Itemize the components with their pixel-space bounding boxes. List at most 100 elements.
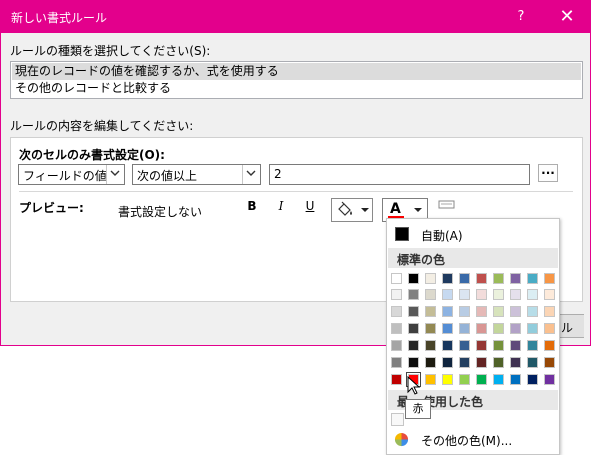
edit-rule-label: ルールの内容を編集してください: — [10, 119, 194, 133]
rule-type-item[interactable]: 現在のレコードの値を確認するか、式を使用する — [12, 63, 581, 80]
font-color-palette: 自動(A) 標準の色 最 使用した色 その他の色(M)... — [386, 218, 560, 455]
color-swatch[interactable] — [459, 323, 470, 334]
color-swatch[interactable] — [476, 323, 487, 334]
color-swatch[interactable] — [425, 340, 436, 351]
color-swatch[interactable] — [544, 323, 555, 334]
color-swatch[interactable] — [408, 289, 419, 300]
color-swatch[interactable] — [442, 289, 453, 300]
standard-colors-header: 標準の色 — [388, 248, 558, 268]
color-swatch[interactable] — [391, 289, 402, 300]
color-swatch[interactable] — [527, 374, 538, 385]
color-swatch[interactable] — [493, 323, 504, 334]
color-swatch[interactable] — [493, 273, 504, 284]
standard-colors-label: 標準の色 — [397, 253, 446, 267]
color-swatch[interactable] — [544, 340, 555, 351]
color-swatch[interactable] — [510, 357, 521, 368]
color-tooltip: 赤 — [405, 399, 431, 419]
color-swatch[interactable] — [459, 306, 470, 317]
rule-type-item[interactable]: その他のレコードと比較する — [12, 80, 581, 97]
automatic-color-swatch — [395, 227, 409, 241]
recent-color-swatch[interactable] — [391, 413, 404, 426]
color-swatch[interactable] — [544, 273, 555, 284]
close-button[interactable]: ✕ — [549, 3, 585, 31]
color-swatch[interactable] — [510, 289, 521, 300]
field-value-combo[interactable]: フィールドの値 — [18, 164, 125, 185]
color-swatch[interactable] — [476, 357, 487, 368]
fill-color-button[interactable] — [331, 198, 373, 222]
color-swatch[interactable] — [459, 374, 470, 385]
color-swatch[interactable] — [476, 273, 487, 284]
chevron-down-icon[interactable] — [106, 165, 124, 184]
field-value-combo-text: フィールドの値 — [23, 169, 107, 183]
color-swatch[interactable] — [510, 340, 521, 351]
color-swatch[interactable] — [493, 306, 504, 317]
color-swatch[interactable] — [425, 306, 436, 317]
color-swatch[interactable] — [425, 323, 436, 334]
color-swatch[interactable] — [442, 323, 453, 334]
color-swatch[interactable] — [527, 357, 538, 368]
color-swatch[interactable] — [476, 289, 487, 300]
color-swatch[interactable] — [408, 306, 419, 317]
underline-button[interactable]: U — [302, 199, 318, 213]
color-swatch[interactable] — [510, 306, 521, 317]
color-swatch[interactable] — [442, 357, 453, 368]
operator-combo[interactable]: 次の値以上 — [132, 164, 261, 185]
color-swatch[interactable] — [442, 374, 453, 385]
expression-builder-button[interactable]: ... — [538, 164, 558, 182]
color-swatch[interactable] — [527, 340, 538, 351]
format-painter-icon[interactable] — [438, 200, 456, 210]
color-swatch[interactable] — [425, 273, 436, 284]
color-swatch[interactable] — [544, 374, 555, 385]
caret-down-icon — [361, 208, 369, 212]
color-swatch[interactable] — [459, 340, 470, 351]
cancel-button-label: ル — [561, 321, 574, 335]
color-swatch[interactable] — [459, 357, 470, 368]
color-swatch[interactable] — [493, 374, 504, 385]
color-swatch[interactable] — [493, 340, 504, 351]
color-swatch[interactable] — [459, 289, 470, 300]
color-swatch[interactable] — [442, 306, 453, 317]
chevron-down-icon[interactable] — [242, 165, 260, 184]
color-swatch[interactable] — [510, 273, 521, 284]
color-swatch[interactable] — [391, 374, 402, 385]
color-swatch[interactable] — [544, 289, 555, 300]
color-swatch[interactable] — [425, 374, 436, 385]
divider — [19, 191, 573, 192]
color-swatch[interactable] — [391, 323, 402, 334]
rule-type-list[interactable]: 現在のレコードの値を確認するか、式を使用する その他のレコードと比較する — [10, 61, 583, 99]
color-swatch[interactable] — [442, 340, 453, 351]
italic-button[interactable]: I — [273, 199, 289, 213]
bold-button[interactable]: B — [244, 199, 260, 213]
color-swatch[interactable] — [476, 306, 487, 317]
color-swatch[interactable] — [391, 340, 402, 351]
color-swatch[interactable] — [459, 273, 470, 284]
color-swatch[interactable] — [510, 374, 521, 385]
color-swatch[interactable] — [425, 357, 436, 368]
color-swatch[interactable] — [425, 289, 436, 300]
more-colors-label: その他の色(M)... — [421, 434, 513, 448]
color-swatch[interactable] — [476, 340, 487, 351]
color-swatch[interactable] — [527, 323, 538, 334]
color-swatch[interactable] — [391, 273, 402, 284]
help-button[interactable]: ? — [506, 5, 536, 29]
color-swatch[interactable] — [493, 289, 504, 300]
color-swatch[interactable] — [527, 273, 538, 284]
color-swatch[interactable] — [527, 306, 538, 317]
color-swatch[interactable] — [544, 357, 555, 368]
color-swatch[interactable] — [408, 273, 419, 284]
color-swatch[interactable] — [442, 273, 453, 284]
color-swatch[interactable] — [510, 323, 521, 334]
color-swatch[interactable] — [527, 289, 538, 300]
format-only-cells-heading: 次のセルのみ書式設定(O): — [19, 148, 165, 162]
color-swatch[interactable] — [391, 357, 402, 368]
automatic-color-option[interactable]: 自動(A) — [388, 223, 558, 245]
color-swatch[interactable] — [408, 340, 419, 351]
color-swatch[interactable] — [391, 306, 402, 317]
value-input[interactable]: 2 — [269, 164, 530, 185]
color-swatch[interactable] — [408, 323, 419, 334]
color-swatch[interactable] — [493, 357, 504, 368]
color-swatch[interactable] — [476, 374, 487, 385]
color-swatch[interactable] — [408, 357, 419, 368]
preview-text: 書式設定しない — [118, 205, 203, 219]
color-swatch[interactable] — [544, 306, 555, 317]
